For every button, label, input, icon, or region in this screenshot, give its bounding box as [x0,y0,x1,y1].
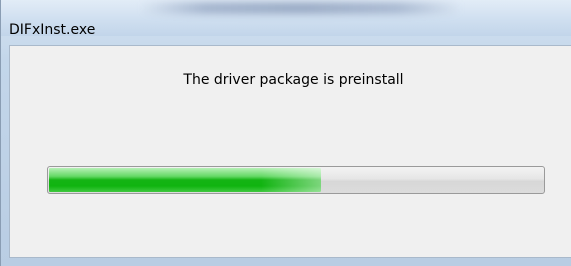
dialog-window: DIFxInst.exe The driver package is prein… [0,0,571,266]
status-message: The driver package is preinstall [183,72,404,88]
window-title: DIFxInst.exe [9,22,96,36]
title-bar-blur [141,2,461,14]
progress-bar [47,166,545,194]
progress-bar-shine [261,168,321,192]
title-bar[interactable]: DIFxInst.exe [1,0,571,36]
progress-bar-fill [49,168,321,192]
